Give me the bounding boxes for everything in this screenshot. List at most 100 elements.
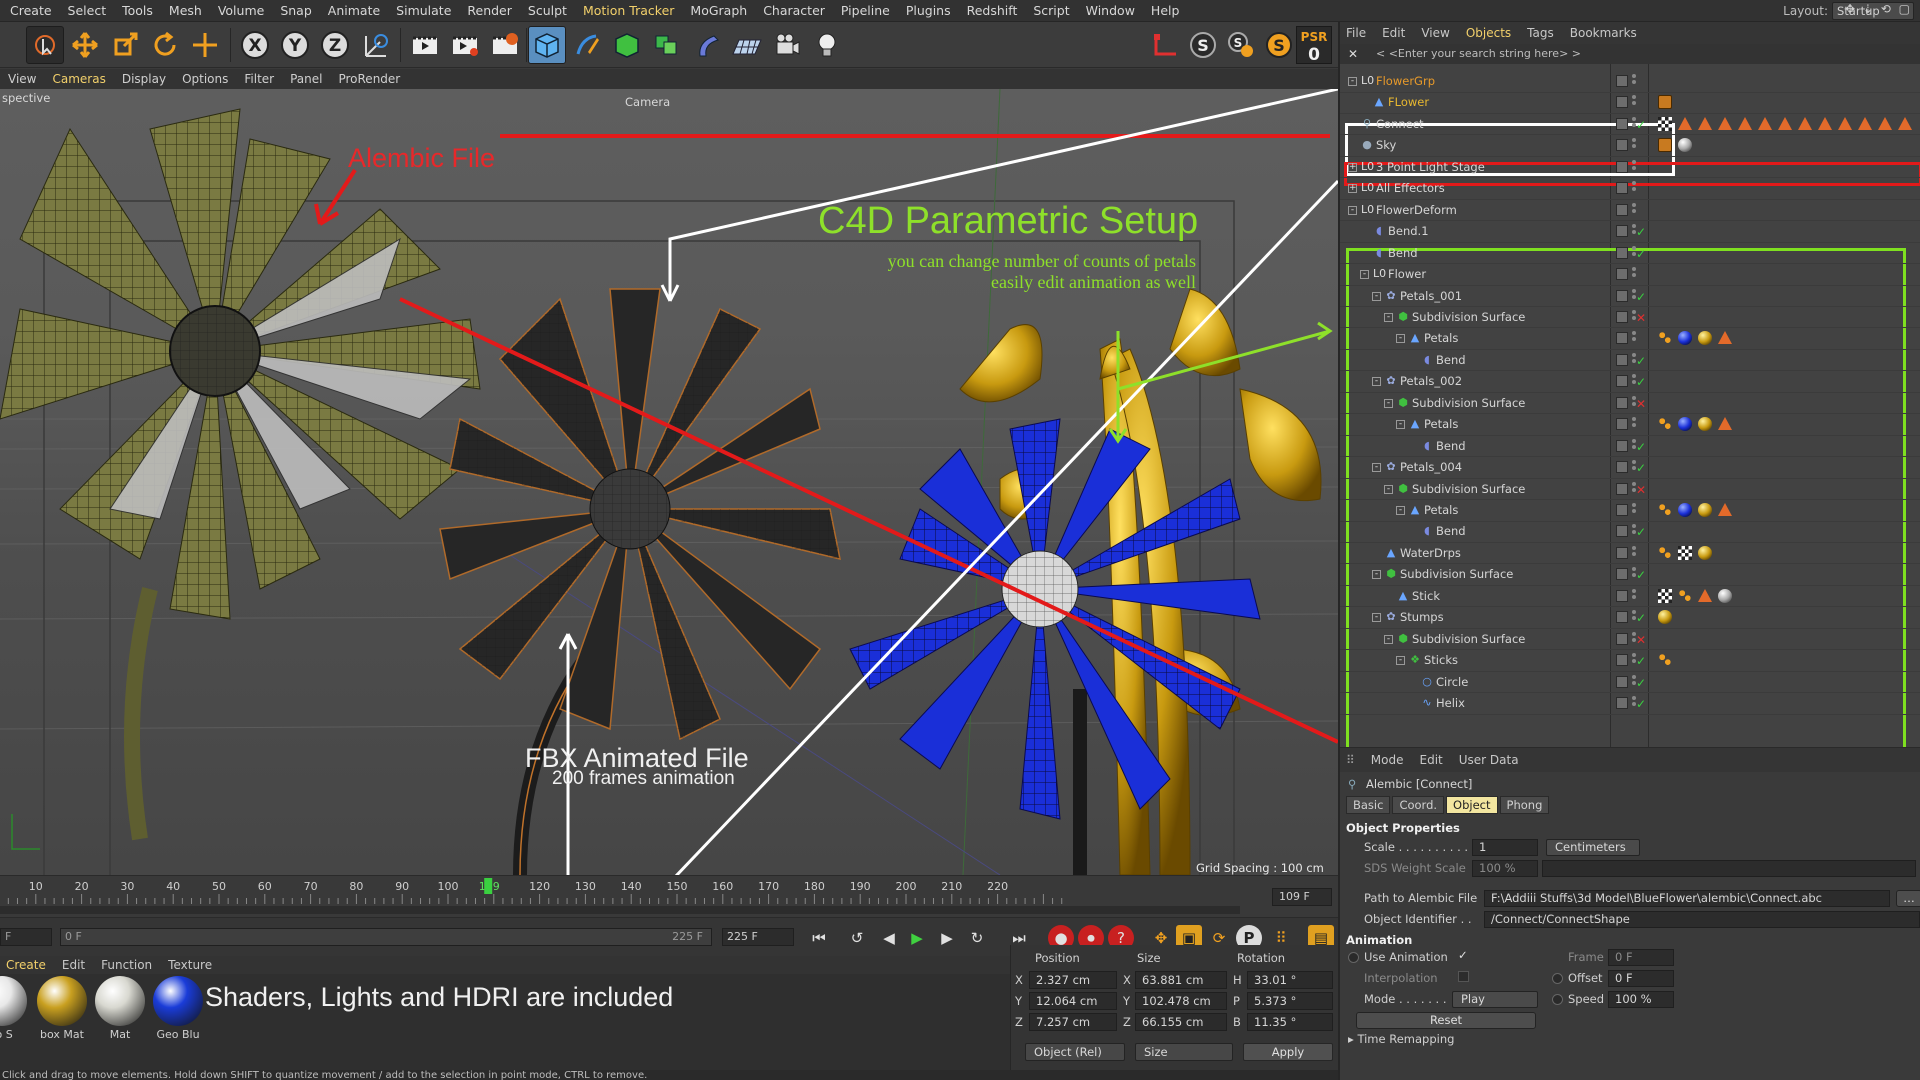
sds-weight-field[interactable]: 100 % — [1472, 860, 1538, 877]
enabled-check-icon[interactable]: ✓ — [1636, 115, 1646, 136]
layer-icon[interactable] — [1616, 375, 1628, 388]
layer-icon[interactable] — [1616, 546, 1628, 559]
material-menu-create[interactable]: Create — [0, 958, 56, 972]
phong-tag-icon[interactable] — [1858, 116, 1872, 130]
collapse-icon[interactable]: - — [1384, 312, 1393, 322]
tab-object[interactable]: Object — [1446, 796, 1498, 814]
layer-icon[interactable] — [1616, 589, 1628, 602]
phong-tag-icon[interactable] — [1838, 116, 1852, 130]
tab-coord[interactable]: Coord. — [1392, 796, 1445, 814]
om-menu-objects[interactable]: Objects — [1460, 26, 1521, 40]
menu-redshift[interactable]: Redshift — [959, 0, 1026, 22]
floor-icon[interactable] — [728, 26, 766, 64]
previous-frame-icon[interactable]: ◀ — [876, 925, 902, 951]
layer-icon[interactable] — [1616, 632, 1628, 645]
apply-button[interactable]: Apply — [1243, 1043, 1333, 1061]
offset-radio[interactable] — [1552, 973, 1563, 984]
reset-button[interactable]: Reset — [1356, 1012, 1536, 1029]
speed-field[interactable]: 100 % — [1608, 991, 1674, 1008]
previous-key-icon[interactable]: ↺ — [844, 925, 870, 951]
object-search-bar[interactable]: ✕ < <Enter your search string here> > — [1340, 44, 1920, 64]
max-frame-field[interactable]: 225 F — [722, 928, 794, 946]
layer-icon[interactable] — [1616, 697, 1628, 710]
scale-icon[interactable] — [106, 26, 144, 64]
material-menu-function[interactable]: Function — [95, 958, 162, 972]
am-menu-mode[interactable]: Mode — [1365, 753, 1414, 767]
material-tag-icon[interactable] — [1698, 331, 1712, 346]
menu-render[interactable]: Render — [459, 0, 520, 22]
texture-tag-icon[interactable] — [1658, 116, 1672, 131]
display-tag-icon[interactable] — [1658, 95, 1672, 110]
position-field[interactable]: 7.257 cm — [1029, 1013, 1117, 1031]
menu-tools[interactable]: Tools — [114, 0, 161, 22]
texture-tag-icon[interactable] — [1678, 545, 1692, 560]
playhead-marker[interactable] — [484, 878, 493, 894]
frame-field[interactable]: 0 F — [1608, 949, 1674, 966]
subdivision-surface-icon[interactable] — [608, 26, 646, 64]
om-menu-file[interactable]: File — [1340, 26, 1376, 40]
material-tag-icon[interactable] — [1678, 417, 1692, 432]
go-to-start-icon[interactable]: ⏮ — [806, 925, 832, 951]
menu-snap[interactable]: Snap — [272, 0, 319, 22]
selection-tag-icon[interactable] — [1658, 545, 1672, 560]
collapse-icon[interactable]: - — [1396, 334, 1405, 344]
visibility-dots-icon[interactable] — [1632, 331, 1636, 345]
material-tag-icon[interactable] — [1698, 545, 1712, 560]
phong-tag-icon[interactable] — [1758, 116, 1772, 130]
selection-tag-icon[interactable] — [1658, 417, 1672, 432]
layer-icon[interactable] — [1616, 396, 1628, 409]
visibility-dots-icon[interactable] — [1632, 74, 1636, 88]
menu-animate[interactable]: Animate — [320, 0, 388, 22]
object-row[interactable]: ◖ Bend ✓ — [1340, 350, 1920, 372]
object-row[interactable]: - ✿ Petals_004 ✓ — [1340, 457, 1920, 479]
size-mode-dropdown[interactable]: Size — [1135, 1043, 1233, 1061]
frame-range-slider[interactable]: 0 F 225 F — [60, 928, 712, 946]
object-row[interactable]: - ⬢ Subdivision Surface ✕ — [1340, 629, 1920, 651]
material-swatch[interactable]: to S — [0, 976, 30, 1041]
material-tag-icon[interactable] — [1678, 138, 1692, 153]
object-row[interactable]: ◖ Bend ✓ — [1340, 521, 1920, 543]
interpolation-checkbox[interactable] — [1458, 971, 1469, 982]
object-row[interactable]: - ⬢ Subdivision Surface ✕ — [1340, 393, 1920, 415]
x-axis-icon[interactable]: X — [236, 26, 274, 64]
enabled-check-icon[interactable]: ✓ — [1636, 287, 1646, 308]
collapse-icon[interactable]: - — [1348, 77, 1357, 86]
disabled-x-icon[interactable]: ✕ — [1636, 394, 1646, 415]
phong-tag-icon[interactable] — [1718, 503, 1732, 516]
texture-tag-icon[interactable] — [1658, 588, 1672, 603]
layer-icon[interactable] — [1616, 139, 1628, 152]
layer-icon[interactable] — [1616, 611, 1628, 624]
visibility-dots-icon[interactable] — [1632, 95, 1636, 109]
material-menu-edit[interactable]: Edit — [56, 958, 95, 972]
enabled-check-icon[interactable]: ✓ — [1636, 651, 1646, 672]
selection-tag-icon[interactable] — [1678, 588, 1692, 603]
material-swatch[interactable]: box Mat — [34, 976, 90, 1041]
layer-icon[interactable] — [1616, 418, 1628, 431]
selection-tag-icon[interactable] — [1658, 331, 1672, 346]
layer-icon[interactable] — [1616, 482, 1628, 495]
sds-weight-slider[interactable] — [1542, 860, 1916, 877]
disabled-x-icon[interactable]: ✕ — [1636, 308, 1646, 329]
menu-script[interactable]: Script — [1025, 0, 1077, 22]
material-tag-icon[interactable] — [1698, 417, 1712, 432]
viewport-menu-filter[interactable]: Filter — [236, 72, 282, 86]
layer-icon[interactable] — [1616, 439, 1628, 452]
collapse-icon[interactable]: - — [1384, 634, 1393, 644]
disabled-x-icon[interactable]: ✕ — [1636, 630, 1646, 651]
viewport-menu-options[interactable]: Options — [174, 72, 236, 86]
selection-tag-icon[interactable] — [1658, 503, 1672, 517]
material-tag-icon[interactable] — [1698, 503, 1712, 517]
layer-icon[interactable] — [1616, 675, 1628, 688]
object-row[interactable]: - ⬢ Subdivision Surface ✓ — [1340, 564, 1920, 586]
viewport-menu-cameras[interactable]: Cameras — [44, 72, 113, 86]
render-picture-viewer-icon[interactable] — [446, 26, 484, 64]
menu-pipeline[interactable]: Pipeline — [833, 0, 898, 22]
enabled-check-icon[interactable]: ✓ — [1636, 458, 1646, 479]
visibility-dots-icon[interactable] — [1632, 588, 1636, 603]
move-snap-icon[interactable] — [186, 26, 224, 64]
object-row[interactable]: - ✿ Stumps ✓ — [1340, 607, 1920, 629]
object-row[interactable]: - L0 Flower — [1340, 264, 1920, 286]
layer-icon[interactable] — [1616, 268, 1628, 281]
mode-dropdown[interactable]: Play — [1452, 991, 1538, 1008]
pen-icon[interactable] — [568, 26, 606, 64]
